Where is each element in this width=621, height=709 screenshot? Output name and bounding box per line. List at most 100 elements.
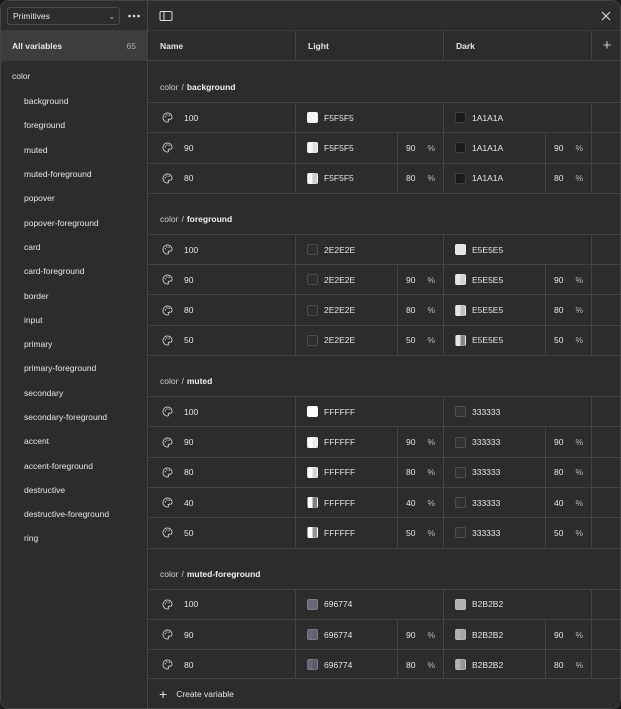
table-row[interactable]: 90 2E2E2E 90% E5E5E5 90% bbox=[148, 265, 620, 296]
light-alpha-value[interactable]: 40 bbox=[406, 498, 415, 508]
variable-name[interactable]: 40 bbox=[184, 498, 193, 508]
light-alpha-value[interactable]: 90 bbox=[406, 275, 415, 285]
sidebar-item-ring[interactable]: ring bbox=[1, 526, 147, 550]
variable-name[interactable]: 50 bbox=[184, 528, 193, 538]
sidebar-item-muted-foreground[interactable]: muted-foreground bbox=[1, 162, 147, 186]
color-swatch[interactable] bbox=[455, 598, 466, 610]
light-value-cell[interactable]: FFFFFF 50% bbox=[296, 518, 444, 548]
dark-value-cell[interactable]: E5E5E5 90% bbox=[444, 265, 592, 295]
color-swatch[interactable] bbox=[455, 466, 466, 478]
light-alpha-value[interactable]: 50 bbox=[406, 528, 415, 538]
light-value-cell[interactable]: 2E2E2E 80% bbox=[296, 295, 444, 325]
color-swatch[interactable] bbox=[455, 304, 466, 316]
color-swatch[interactable] bbox=[307, 406, 318, 418]
dark-hex-value[interactable]: E5E5E5 bbox=[472, 245, 503, 255]
color-swatch[interactable] bbox=[307, 334, 318, 346]
dark-value-cell[interactable]: 333333 40% bbox=[444, 487, 592, 518]
light-value-cell[interactable]: FFFFFF 80% bbox=[296, 457, 444, 487]
column-header-light[interactable]: Light bbox=[296, 31, 444, 60]
color-swatch[interactable] bbox=[307, 436, 318, 448]
sidebar-item-foreground[interactable]: foreground bbox=[1, 113, 147, 137]
color-swatch[interactable] bbox=[455, 527, 466, 539]
light-alpha-field[interactable]: 80% bbox=[397, 295, 443, 325]
sidebar-item-border[interactable]: border bbox=[1, 283, 147, 307]
dark-alpha-field[interactable]: 90% bbox=[545, 265, 591, 295]
dark-alpha-field[interactable]: 80% bbox=[545, 163, 591, 193]
dark-value-cell[interactable]: 1A1A1A 80% bbox=[444, 163, 592, 193]
sidebar-item-primary[interactable]: primary bbox=[1, 332, 147, 356]
color-swatch[interactable] bbox=[455, 142, 466, 154]
variable-name[interactable]: 50 bbox=[184, 335, 193, 345]
table-row[interactable]: 80 2E2E2E 80% E5E5E5 80% bbox=[148, 295, 620, 326]
variable-name-cell[interactable]: 90 bbox=[148, 619, 296, 650]
light-hex-value[interactable]: 2E2E2E bbox=[324, 245, 355, 255]
dark-alpha-field[interactable]: 90% bbox=[545, 427, 591, 457]
dark-hex-value[interactable]: 333333 bbox=[472, 498, 500, 508]
variable-name[interactable]: 80 bbox=[184, 467, 193, 477]
variable-name[interactable]: 90 bbox=[184, 275, 193, 285]
color-swatch[interactable] bbox=[307, 629, 318, 640]
variable-name-cell[interactable]: 40 bbox=[148, 487, 296, 518]
light-alpha-value[interactable]: 80 bbox=[406, 467, 415, 477]
sidebar-group-color[interactable]: color bbox=[12, 71, 30, 81]
sidebar-item-destructive[interactable]: destructive bbox=[1, 478, 147, 502]
variable-name-cell[interactable]: 90 bbox=[148, 265, 296, 295]
sidebar-item-destructive-foreground[interactable]: destructive-foreground bbox=[1, 502, 147, 526]
dark-hex-value[interactable]: B2B2B2 bbox=[472, 660, 503, 670]
sidebar-item-secondary[interactable]: secondary bbox=[1, 381, 147, 405]
dark-alpha-value[interactable]: 40 bbox=[554, 498, 563, 508]
color-swatch[interactable] bbox=[455, 406, 466, 418]
variable-name-cell[interactable]: 50 bbox=[148, 325, 296, 356]
light-value-cell[interactable]: FFFFFF 40% bbox=[296, 487, 444, 518]
dark-alpha-value[interactable]: 90 bbox=[554, 275, 563, 285]
light-hex-value[interactable]: 696774 bbox=[324, 630, 352, 640]
light-hex-value[interactable]: FFFFFF bbox=[324, 498, 355, 508]
sidebar-item-accent[interactable]: accent bbox=[1, 429, 147, 453]
dark-alpha-field[interactable]: 90% bbox=[545, 619, 591, 650]
light-value-cell[interactable]: 2E2E2E 90% bbox=[296, 265, 444, 295]
table-row[interactable]: 80 FFFFFF 80% 333333 80% bbox=[148, 457, 620, 488]
light-alpha-field[interactable]: 50% bbox=[397, 325, 443, 356]
light-alpha-field[interactable]: 80% bbox=[397, 163, 443, 193]
dark-alpha-value[interactable]: 50 bbox=[554, 528, 563, 538]
light-hex-value[interactable]: F5F5F5 bbox=[324, 173, 354, 183]
dark-alpha-field[interactable]: 50% bbox=[545, 518, 591, 548]
light-hex-value[interactable]: F5F5F5 bbox=[324, 143, 354, 153]
dark-alpha-field[interactable]: 80% bbox=[545, 457, 591, 487]
color-swatch[interactable] bbox=[307, 244, 318, 256]
dark-hex-value[interactable]: 333333 bbox=[472, 528, 500, 538]
dark-hex-value[interactable]: 1A1A1A bbox=[472, 173, 503, 183]
column-header-name[interactable]: Name bbox=[148, 31, 296, 60]
light-alpha-field[interactable]: 90% bbox=[397, 265, 443, 295]
color-swatch[interactable] bbox=[455, 436, 466, 448]
dark-hex-value[interactable]: 1A1A1A bbox=[472, 113, 503, 123]
variable-name[interactable]: 80 bbox=[184, 173, 193, 183]
dark-value-cell[interactable]: 1A1A1A bbox=[444, 103, 592, 133]
variable-name-cell[interactable]: 100 bbox=[148, 234, 296, 265]
color-swatch[interactable] bbox=[455, 334, 466, 346]
variable-name-cell[interactable]: 80 bbox=[148, 457, 296, 487]
dark-alpha-value[interactable]: 80 bbox=[554, 305, 563, 315]
dark-alpha-field[interactable]: 90% bbox=[545, 133, 591, 163]
dark-alpha-value[interactable]: 90 bbox=[554, 437, 563, 447]
sidebar-item-accent-foreground[interactable]: accent-foreground bbox=[1, 453, 147, 477]
light-alpha-value[interactable]: 80 bbox=[406, 305, 415, 315]
light-hex-value[interactable]: 696774 bbox=[324, 660, 352, 670]
light-hex-value[interactable]: FFFFFF bbox=[324, 528, 355, 538]
sidebar-item-popover[interactable]: popover bbox=[1, 186, 147, 210]
dark-alpha-field[interactable]: 50% bbox=[545, 325, 591, 356]
dark-hex-value[interactable]: 333333 bbox=[472, 467, 500, 477]
color-swatch[interactable] bbox=[455, 244, 466, 256]
color-swatch[interactable] bbox=[307, 497, 318, 509]
color-swatch[interactable] bbox=[307, 598, 318, 610]
color-swatch[interactable] bbox=[307, 142, 318, 154]
light-alpha-value[interactable]: 90 bbox=[406, 630, 415, 640]
variable-name[interactable]: 100 bbox=[184, 113, 198, 123]
variable-name-cell[interactable]: 80 bbox=[148, 163, 296, 193]
color-swatch[interactable] bbox=[307, 274, 318, 286]
light-alpha-field[interactable]: 50% bbox=[397, 518, 443, 548]
dark-alpha-field[interactable]: 40% bbox=[545, 487, 591, 518]
variable-name[interactable]: 100 bbox=[184, 599, 198, 609]
variable-name-cell[interactable]: 80 bbox=[148, 650, 296, 679]
sidebar-item-card[interactable]: card bbox=[1, 235, 147, 259]
